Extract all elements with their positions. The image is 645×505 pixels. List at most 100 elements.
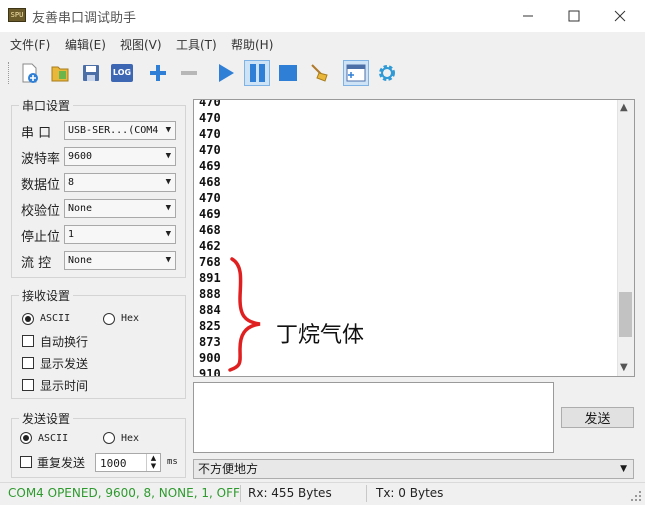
receive-line: 888 xyxy=(199,287,221,301)
baud-label: 波特率 xyxy=(21,152,61,167)
flow-control-label: 流 控 xyxy=(21,256,52,271)
receive-hex-label: Hex xyxy=(121,313,140,324)
repeat-send-checkbox[interactable] xyxy=(20,456,32,468)
receive-line: 825 xyxy=(199,319,221,333)
parity-value: None xyxy=(68,203,93,214)
send-button[interactable]: 发送 xyxy=(561,407,634,428)
minimize-icon xyxy=(523,15,533,17)
parity-select[interactable]: None ▼ xyxy=(64,199,176,218)
receive-line: 470 xyxy=(199,191,221,205)
auto-wrap-checkbox[interactable] xyxy=(22,335,34,347)
add-button[interactable] xyxy=(145,60,171,86)
broom-icon xyxy=(311,64,328,82)
port-select[interactable]: USB-SER...(COM4 ▼ xyxy=(64,121,176,140)
stop-bits-label: 停止位 xyxy=(21,230,61,245)
port-status: COM4 OPENED, 9600, 8, NONE, 1, OFF xyxy=(8,486,240,500)
show-send-checkbox[interactable] xyxy=(22,357,34,369)
app-icon: SPU xyxy=(8,8,26,22)
menu-tools[interactable]: 工具(T) xyxy=(176,36,217,53)
menu-help[interactable]: 帮助(H) xyxy=(231,36,273,53)
chevron-down-icon: ▼ xyxy=(165,151,171,161)
receive-line: 910 xyxy=(199,367,221,377)
minimize-button[interactable] xyxy=(505,0,551,32)
chevron-down-icon: ▼ xyxy=(165,255,171,265)
chevron-down-icon: ▼ xyxy=(165,125,171,135)
maximize-button[interactable] xyxy=(551,0,597,32)
show-time-label: 显示时间 xyxy=(40,379,89,393)
annotation-label: 丁烷气体 xyxy=(276,323,365,348)
menu-view[interactable]: 视图(V) xyxy=(120,36,162,53)
preset-select[interactable]: 不方便地方 ▼ xyxy=(193,459,634,479)
chevron-down-icon: ▼ xyxy=(165,229,171,239)
log-icon: LOG xyxy=(111,64,133,82)
remove-button[interactable] xyxy=(176,60,202,86)
new-file-icon xyxy=(22,63,38,83)
data-bits-select[interactable]: 8 ▼ xyxy=(64,173,176,192)
remove-icon xyxy=(181,71,197,75)
clear-button[interactable] xyxy=(306,60,332,86)
receive-line: 900 xyxy=(199,351,221,365)
interval-unit: ms xyxy=(167,457,178,467)
receive-line: 873 xyxy=(199,335,221,349)
receive-line: 470 xyxy=(199,111,221,125)
repeat-interval-value: 1000 xyxy=(100,457,127,470)
pause-button[interactable] xyxy=(244,60,270,86)
spin-arrows-icon[interactable]: ▲ ▼ xyxy=(146,454,160,471)
receive-line: 768 xyxy=(199,255,221,269)
port-label: 串 口 xyxy=(21,126,52,141)
log-button[interactable]: LOG xyxy=(109,60,135,86)
receive-line: 891 xyxy=(199,271,221,285)
scroll-up-icon[interactable]: ▲ xyxy=(620,102,628,113)
stop-bits-select[interactable]: 1 ▼ xyxy=(64,225,176,244)
send-hex-label: Hex xyxy=(121,433,140,444)
window-button[interactable] xyxy=(343,60,369,86)
scrollbar-thumb[interactable] xyxy=(619,292,632,337)
rx-count: Rx: 455 Bytes xyxy=(248,486,332,500)
show-send-label: 显示发送 xyxy=(40,357,89,371)
auto-wrap-label: 自动换行 xyxy=(40,335,89,349)
baud-select[interactable]: 9600 ▼ xyxy=(64,147,176,166)
add-icon xyxy=(150,65,166,81)
open-folder-button[interactable] xyxy=(47,60,73,86)
stop-bits-value: 1 xyxy=(68,229,75,240)
tx-count: Tx: 0 Bytes xyxy=(376,486,444,500)
close-button[interactable] xyxy=(597,0,643,32)
settings-button[interactable] xyxy=(374,60,400,86)
receive-line: 470 xyxy=(199,143,221,157)
receive-lines: 470 470 470 470 469 468 470 469 468 462 768 891 888 8… xyxy=(199,99,221,377)
menu-edit[interactable]: 编辑(E) xyxy=(65,36,106,53)
baud-value: 9600 xyxy=(68,151,93,162)
window-title: 友善串口调试助手 xyxy=(32,11,137,26)
chevron-down-icon: ▼ xyxy=(165,203,171,213)
receive-settings-group xyxy=(11,295,186,399)
stop-button[interactable] xyxy=(275,60,301,86)
run-button[interactable] xyxy=(213,60,239,86)
receive-ascii-radio[interactable] xyxy=(22,313,34,325)
save-button[interactable] xyxy=(78,60,104,86)
send-ascii-label: ASCII xyxy=(38,433,69,444)
scroll-down-icon[interactable]: ▼ xyxy=(620,362,628,373)
receive-settings-label: 接收设置 xyxy=(19,287,74,304)
receive-hex-radio[interactable] xyxy=(103,313,115,325)
repeat-interval-stepper[interactable]: 1000 ▲ ▼ xyxy=(95,453,161,472)
close-icon xyxy=(614,10,626,22)
data-bits-label: 数据位 xyxy=(21,178,61,193)
receive-line: 470 xyxy=(199,99,221,109)
flow-control-value: None xyxy=(68,255,93,266)
send-hex-radio[interactable] xyxy=(103,432,115,444)
play-icon xyxy=(219,64,234,82)
resize-grip-icon[interactable] xyxy=(630,490,642,502)
menu-file[interactable]: 文件(F) xyxy=(10,36,50,53)
parity-label: 校验位 xyxy=(21,204,61,219)
status-divider xyxy=(240,485,241,502)
receive-line: 469 xyxy=(199,207,221,221)
receive-line: 470 xyxy=(199,127,221,141)
send-textarea[interactable] xyxy=(193,382,554,453)
chevron-down-icon: ▼ xyxy=(165,177,171,187)
flow-control-select[interactable]: None ▼ xyxy=(64,251,176,270)
show-time-checkbox[interactable] xyxy=(22,379,34,391)
new-file-button[interactable] xyxy=(16,60,42,86)
send-ascii-radio[interactable] xyxy=(20,432,32,444)
receive-line: 462 xyxy=(199,239,221,253)
data-bits-value: 8 xyxy=(68,177,75,188)
